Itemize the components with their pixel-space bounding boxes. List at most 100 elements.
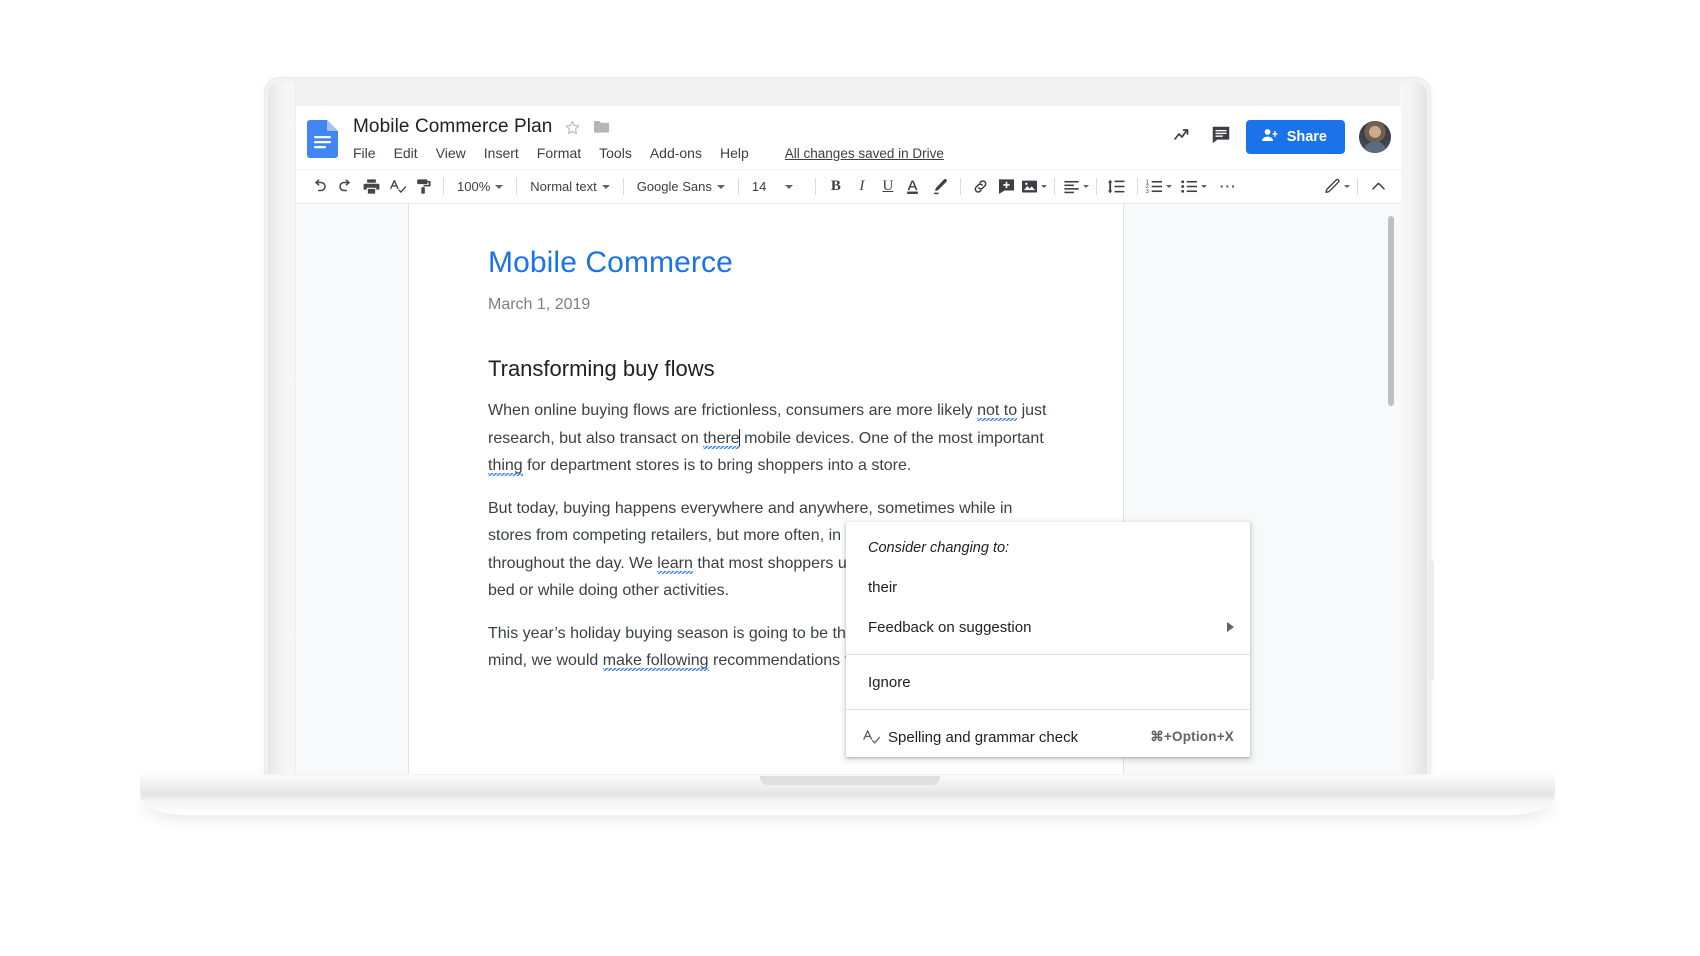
chevron-down-icon — [1344, 185, 1350, 188]
laptop-mockup: Mobile Commerce Plan File Edit View Inse… — [0, 0, 1700, 956]
undo-icon[interactable] — [306, 174, 332, 200]
paragraph-style-dropdown[interactable]: Normal text — [524, 174, 615, 200]
bezel-right-shade — [1400, 82, 1427, 774]
toolbar-separator — [959, 178, 961, 195]
avatar[interactable] — [1359, 121, 1391, 153]
toolbar-separator — [1136, 178, 1138, 195]
bezel-left-shade — [268, 82, 294, 774]
font-family-dropdown[interactable]: Google Sans — [631, 174, 731, 200]
person-add-icon — [1260, 126, 1279, 149]
menu-item-file[interactable]: File — [353, 145, 376, 161]
share-button[interactable]: Share — [1245, 120, 1345, 154]
docs-header: Mobile Commerce Plan File Edit View Inse… — [296, 106, 1401, 170]
pencil-edit-icon[interactable] — [1323, 174, 1350, 200]
chevron-down-icon — [1082, 185, 1089, 188]
document-heading-1: Mobile Commerce — [488, 246, 733, 279]
feedback-label: Feedback on suggestion — [868, 618, 1032, 636]
menu-item-tools[interactable]: Tools — [599, 145, 632, 161]
paragraph-1-text-a: When online buying flows are frictionles… — [488, 402, 978, 419]
zoom-dropdown[interactable]: 100% — [451, 174, 509, 200]
grammar-error-make-following[interactable]: make following — [602, 652, 709, 671]
toolbar-separator — [1053, 178, 1055, 195]
italic-button[interactable]: I — [849, 174, 875, 200]
document-scrollbar[interactable] — [1388, 208, 1398, 772]
paragraph-1-text-d: for department stores is to bring shoppe… — [522, 457, 912, 474]
bold-button[interactable]: B — [823, 174, 849, 200]
spellcheck-shortcut: ⌘+Option+X — [1150, 729, 1234, 744]
menu-item-format[interactable]: Format — [537, 145, 581, 161]
chevron-down-icon — [1200, 185, 1207, 188]
font-size-value: 14 — [751, 179, 767, 194]
toolbar-separator — [737, 178, 739, 195]
spellcheck-icon — [856, 727, 886, 747]
menu-item-edit[interactable]: Edit — [394, 145, 418, 161]
menu-item-addons[interactable]: Add-ons — [650, 145, 702, 161]
folder-icon[interactable] — [593, 119, 610, 136]
insert-link-icon[interactable] — [968, 174, 994, 200]
print-icon[interactable] — [358, 174, 384, 200]
more-horizontal-icon[interactable]: ⋯ — [1215, 174, 1241, 200]
font-size-dropdown[interactable]: 14 — [746, 174, 808, 200]
google-docs-app: Mobile Commerce Plan File Edit View Inse… — [296, 106, 1401, 774]
save-status[interactable]: All changes saved in Drive — [785, 146, 944, 161]
document-date: March 1, 2019 — [488, 296, 591, 313]
toolbar-separator — [1095, 178, 1097, 195]
numbered-list-icon[interactable]: 1 2 3 — [1145, 174, 1172, 200]
spelling-context-menu[interactable]: Consider changing to: their Feedback on … — [846, 522, 1250, 757]
chevron-up-icon[interactable] — [1365, 174, 1391, 200]
context-menu-item-spellcheck[interactable]: Spelling and grammar check ⌘+Option+X — [846, 717, 1250, 757]
document-heading-2: Transforming buy flows — [488, 356, 715, 381]
chevron-down-icon — [785, 184, 794, 189]
document-scrollbar-thumb[interactable] — [1388, 216, 1394, 406]
chevron-down-icon — [716, 184, 725, 189]
context-menu-divider — [846, 654, 1250, 655]
chevron-down-icon — [1165, 185, 1172, 188]
paint-format-icon[interactable] — [410, 174, 436, 200]
toolbar-separator — [1357, 178, 1358, 195]
ignore-label: Ignore — [868, 673, 911, 691]
menu-item-view[interactable]: View — [436, 145, 466, 161]
share-button-label: Share — [1286, 129, 1327, 145]
spellcheck-label: Spelling and grammar check — [888, 728, 1079, 746]
docs-toolbar: 100% Normal text Google Sans 14 B I U 1 … — [296, 170, 1401, 204]
highlight-pen-icon[interactable] — [927, 174, 953, 200]
underline-button[interactable]: U — [875, 174, 901, 200]
grammar-error-thing[interactable]: thing — [488, 457, 523, 476]
toolbar-separator — [814, 178, 816, 195]
font-family-value: Google Sans — [636, 179, 712, 194]
context-menu-divider — [846, 709, 1250, 710]
line-spacing-icon[interactable] — [1104, 174, 1130, 200]
suggestion-label: their — [868, 578, 898, 596]
chevron-down-icon — [601, 184, 610, 189]
grammar-error-there[interactable]: there — [703, 429, 740, 449]
svg-text:3: 3 — [1146, 189, 1149, 195]
toolbar-separator — [443, 178, 444, 195]
menu-item-help[interactable]: Help — [720, 145, 749, 161]
comment-icon[interactable] — [1210, 124, 1232, 151]
bulleted-list-icon[interactable] — [1180, 174, 1207, 200]
triangle-right-icon — [1227, 622, 1234, 632]
star-outline-icon[interactable] — [564, 119, 581, 136]
grammar-error-not-to[interactable]: not to — [977, 402, 1018, 421]
context-menu-item-feedback[interactable]: Feedback on suggestion — [846, 607, 1250, 647]
grammar-error-learn[interactable]: learn — [657, 554, 693, 574]
title-block: Mobile Commerce Plan File Edit View Inse… — [353, 113, 944, 164]
context-menu-hint: Consider changing to: — [868, 540, 1010, 556]
context-menu-item-ignore[interactable]: Ignore — [846, 662, 1250, 702]
toolbar-separator — [622, 178, 624, 195]
google-docs-logo-icon[interactable] — [307, 120, 338, 158]
document-canvas[interactable]: Mobile Commerce March 1, 2019 Transformi… — [296, 204, 1401, 774]
insert-image-icon[interactable] — [1020, 174, 1047, 200]
menu-item-insert[interactable]: Insert — [484, 145, 519, 161]
trending-up-icon[interactable] — [1172, 123, 1196, 152]
context-menu-item-suggestion[interactable]: their — [846, 567, 1250, 607]
spellcheck-icon[interactable] — [384, 174, 410, 200]
align-left-icon[interactable] — [1062, 174, 1089, 200]
toolbar-separator — [516, 178, 518, 195]
add-comment-icon[interactable] — [994, 174, 1020, 200]
redo-icon[interactable] — [332, 174, 358, 200]
doc-title[interactable]: Mobile Commerce Plan — [353, 116, 552, 138]
text-color-icon[interactable] — [901, 174, 927, 200]
paragraph-1-text-c: mobile devices. One of the most importan… — [739, 429, 1044, 447]
header-actions: Share — [1172, 114, 1391, 160]
